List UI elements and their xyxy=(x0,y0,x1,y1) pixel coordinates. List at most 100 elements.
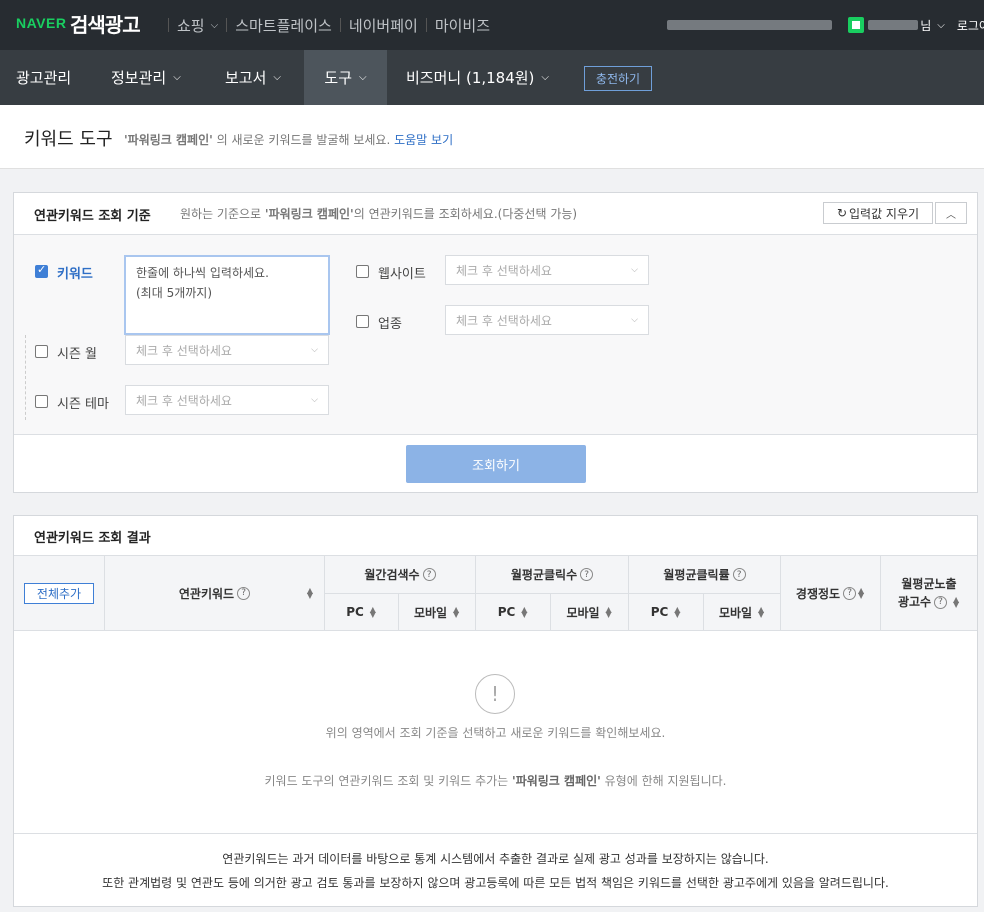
column-monthly-ctr-mobile[interactable]: 모바일 ▲ ▼ xyxy=(703,594,780,630)
column-monthly-search-mobile[interactable]: 모바일 ▲ ▼ xyxy=(398,594,475,630)
season-month-label[interactable]: 시즌 월 xyxy=(57,343,97,362)
industry-checkbox[interactable] xyxy=(356,315,369,328)
top-navigation-bar: NAVER 검색광고 쇼핑 ⌵ 스마트플레이스 네이버페이 마이비즈 님 ⌵ 로그… xyxy=(0,0,984,50)
menu-reports[interactable]: 보고서 ⌵ xyxy=(225,50,281,105)
global-nav: 쇼핑 ⌵ 스마트플레이스 네이버페이 마이비즈 xyxy=(160,0,490,50)
menu-info-management[interactable]: 정보관리 ⌵ xyxy=(111,50,181,105)
gnb-label: 쇼핑 xyxy=(177,16,205,35)
column-label: PC xyxy=(346,605,364,619)
column-monthly-search: 월간검색수? xyxy=(324,556,475,594)
industry-select[interactable]: 체크 후 선택하세요 ⌵ xyxy=(445,305,649,335)
column-monthly-ctr-pc[interactable]: PC ▲ ▼ xyxy=(628,594,703,630)
menu-tools[interactable]: 도구 ⌵ xyxy=(304,50,387,105)
column-keyword[interactable]: 연관키워드? ▲ ▼ xyxy=(104,556,324,630)
add-all-button[interactable]: 전체추가 xyxy=(24,583,94,604)
column-monthly-clicks: 월평균클릭수? xyxy=(475,556,628,594)
divider xyxy=(25,335,26,420)
season-month-checkbox[interactable] xyxy=(35,345,48,358)
column-label: 모바일 xyxy=(566,605,600,620)
column-label: PC xyxy=(650,605,669,619)
page-header: 키워드 도구 '파워링크 캠페인' 의 새로운 키워드를 발굴해 보세요. 도움… xyxy=(0,105,984,169)
page-description-text: 의 새로운 키워드를 발굴해 보세요. xyxy=(212,133,391,147)
sort-icon: ▲ ▼ xyxy=(757,605,765,619)
disclaimer-line-2: 또한 관계법령 및 연관도 등에 의거한 광고 검토 통과를 보장하지 않으며 … xyxy=(102,876,889,890)
search-button[interactable]: 조회하기 xyxy=(406,445,586,483)
divider xyxy=(168,18,169,32)
clear-input-button[interactable]: ↻ 입력값 지우기 xyxy=(823,202,933,224)
refresh-icon: ↻ xyxy=(836,206,847,220)
charge-button[interactable]: 충전하기 xyxy=(584,66,652,91)
sort-icon: ▲ ▼ xyxy=(521,605,528,619)
alert-circle-icon: ! xyxy=(475,674,515,714)
column-ad-count[interactable]: 월평균노출 광고수? ▲ ▼ xyxy=(880,556,977,630)
industry-label[interactable]: 업종 xyxy=(378,313,402,332)
user-suffix[interactable]: 님 xyxy=(920,17,931,34)
column-monthly-clicks-pc[interactable]: PC ▲ ▼ xyxy=(475,594,550,630)
column-label: 광고수 xyxy=(897,595,932,609)
column-monthly-clicks-mobile[interactable]: 모바일 ▲ ▼ xyxy=(550,594,628,630)
column-label-row: 광고수? ▲ ▼ xyxy=(898,593,960,611)
column-competition[interactable]: 경쟁정도? ▲ ▼ xyxy=(780,556,880,630)
gnb-item-naverpay[interactable]: 네이버페이 xyxy=(349,15,418,36)
season-theme-label[interactable]: 시즌 테마 xyxy=(57,393,109,412)
chevron-down-icon: ⌵ xyxy=(311,395,318,405)
menu-ad-management[interactable]: 광고관리 xyxy=(16,50,71,105)
season-theme-select[interactable]: 체크 후 선택하세요 ⌵ xyxy=(125,385,329,415)
help-circle-icon[interactable]: ? xyxy=(580,568,594,581)
menu-label: 도구 xyxy=(324,69,352,87)
keyword-textarea[interactable]: 한줄에 하나씩 입력하세요. (최대 5개까지) xyxy=(124,255,330,335)
empty-message: 위의 영역에서 조회 기준을 선택하고 새로운 키워드를 확인해보세요. xyxy=(325,726,666,740)
clear-input-label: 입력값 지우기 xyxy=(849,206,920,221)
menu-bizmoney[interactable]: 비즈머니 (1,184원) ⌵ xyxy=(406,50,549,105)
select-placeholder: 체크 후 선택하세요 xyxy=(456,313,552,328)
naver-logo[interactable]: NAVER xyxy=(16,15,66,31)
collapse-button[interactable]: ︿ xyxy=(935,202,967,224)
results-panel: 연관키워드 조회 결과 전체추가 연관키워드? ▲ ▼ 월간검색수? PC ▲ ▼ 모… xyxy=(13,515,978,907)
chevron-down-icon[interactable]: ⌵ xyxy=(937,20,945,31)
help-circle-icon[interactable]: ? xyxy=(934,595,948,609)
chevron-down-icon: ⌵ xyxy=(210,19,219,31)
chevron-down-icon: ⌵ xyxy=(359,72,367,83)
criteria-panel-header: 연관키워드 조회 기준 원하는 기준으로 '파워링크 캠페인'의 연관키워드를 … xyxy=(14,193,977,235)
keyword-checkbox[interactable] xyxy=(35,263,48,278)
sort-icon: ▲ ▼ xyxy=(674,605,681,619)
criteria-title: 연관키워드 조회 기준 xyxy=(34,209,151,224)
page-description: '파워링크 캠페인' 의 새로운 키워드를 발굴해 보세요. 도움말 보기 xyxy=(124,131,453,148)
menu-label: 광고관리 xyxy=(16,69,72,87)
chevron-down-icon: ⌵ xyxy=(631,315,638,325)
website-checkbox[interactable] xyxy=(356,265,369,278)
page-title: 키워드 도구 xyxy=(24,129,113,150)
chevron-down-icon: ⌵ xyxy=(311,345,318,355)
website-select[interactable]: 체크 후 선택하세요 ⌵ xyxy=(445,255,649,285)
website-label[interactable]: 웹사이트 xyxy=(378,263,426,282)
help-circle-icon[interactable]: ? xyxy=(237,586,251,600)
season-theme-checkbox[interactable] xyxy=(35,395,48,408)
brand-title[interactable]: 검색광고 xyxy=(70,9,141,38)
gnb-item-smartplace[interactable]: 스마트플레이스 xyxy=(235,15,332,36)
keyword-label[interactable]: 키워드 xyxy=(57,263,93,282)
column-label: 모바일 xyxy=(718,605,753,620)
criteria-desc-suffix: 의 연관키워드를 조회하세요.(다중선택 가능) xyxy=(353,207,578,221)
help-circle-icon[interactable]: ? xyxy=(732,568,746,581)
season-month-select[interactable]: 체크 후 선택하세요 ⌵ xyxy=(125,335,329,365)
divider xyxy=(339,18,341,32)
empty-note-prefix: 키워드 도구의 연관키워드 조회 및 키워드 추가는 xyxy=(264,774,513,788)
sort-icon[interactable]: ▲ ▼ xyxy=(306,587,314,600)
campaign-name: '파워링크 캠페인' xyxy=(264,207,354,221)
help-circle-icon[interactable]: ? xyxy=(843,586,857,600)
campaign-name: '파워링크 캠페인' xyxy=(512,774,601,788)
help-circle-icon[interactable]: ? xyxy=(422,568,436,581)
menu-label: 비즈머니 (1,184원) xyxy=(406,69,535,87)
column-monthly-search-pc[interactable]: PC ▲ ▼ xyxy=(324,594,398,630)
gnb-item-shopping[interactable]: 쇼핑 ⌵ xyxy=(177,15,218,36)
divider xyxy=(425,18,427,32)
logout-link[interactable]: 로그아 xyxy=(957,17,984,34)
help-link[interactable]: 도움말 보기 xyxy=(394,133,453,147)
column-label: 월간검색수 xyxy=(364,568,420,582)
column-label: 연관키워드 xyxy=(178,586,235,601)
sort-icon: ▲ ▼ xyxy=(605,605,612,619)
criteria-description: 원하는 기준으로 '파워링크 캠페인'의 연관키워드를 조회하세요.(다중선택 … xyxy=(180,205,577,222)
blurred-user-name xyxy=(868,20,919,30)
chevron-down-icon: ⌵ xyxy=(273,72,281,83)
gnb-item-mybiz[interactable]: 마이비즈 xyxy=(435,15,490,36)
